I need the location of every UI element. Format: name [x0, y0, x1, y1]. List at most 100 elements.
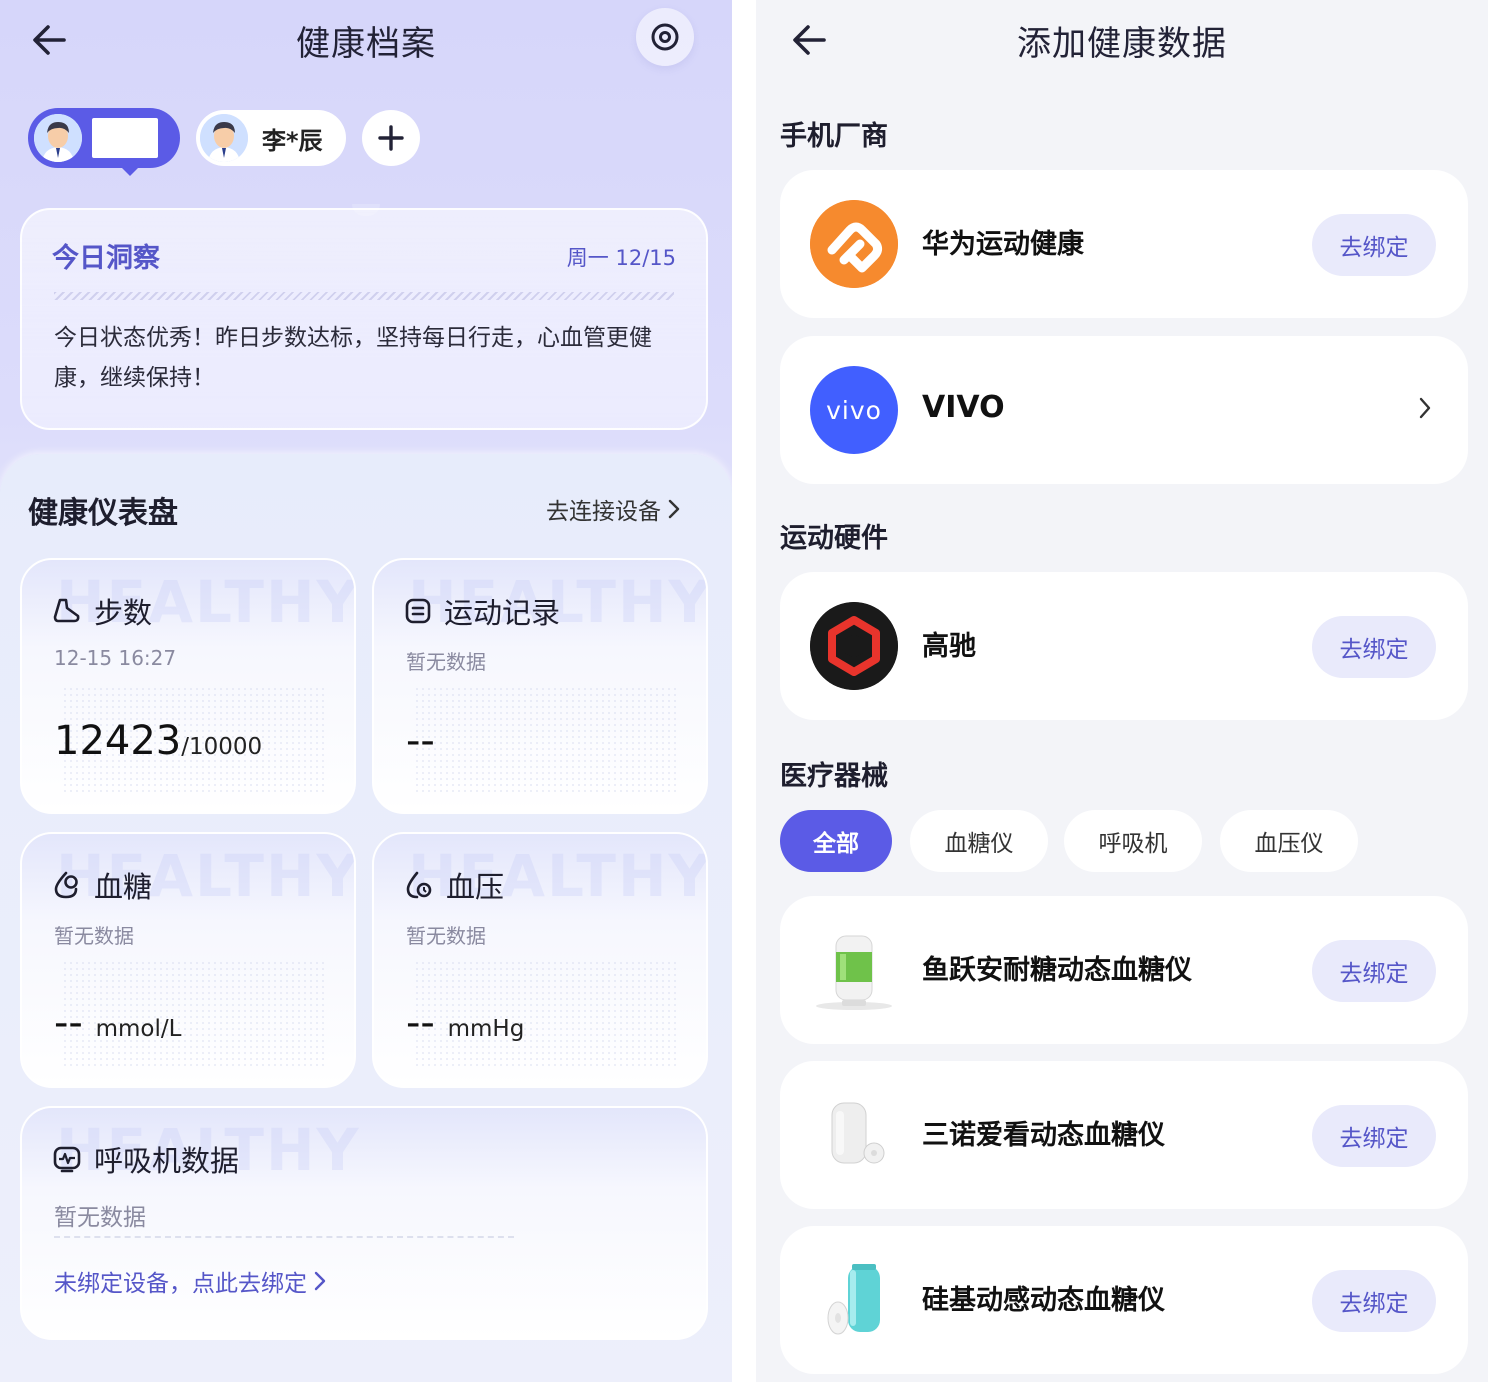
insight-title: 今日洞察 — [52, 243, 160, 274]
avatar-icon — [200, 114, 248, 162]
profile-name: 李*辰 — [262, 126, 323, 155]
bind-button[interactable]: 去绑定 — [1312, 214, 1436, 276]
ventilator-title: 呼吸机数据 — [94, 1144, 240, 1178]
settings-button[interactable] — [636, 8, 694, 66]
steps-title: 步数 — [94, 596, 153, 630]
filter-chip-all[interactable]: 全部 — [780, 810, 892, 872]
device-row[interactable]: 鱼跃安耐糖动态血糖仪 去绑定 — [780, 896, 1468, 1044]
pressure-card-header: 血压 — [404, 864, 504, 906]
dashboard-title: 健康仪表盘 — [28, 496, 178, 531]
insight-divider — [54, 292, 674, 300]
ventilator-card-header: 呼吸机数据 — [52, 1138, 239, 1180]
page-title: 添加健康数据 — [1017, 24, 1227, 64]
glucose-sensor-image — [810, 1256, 898, 1344]
blood-pressure-card[interactable]: HEALTHY 血压 暂无数据 -- mmHg — [372, 832, 708, 1088]
glucose-value: -- — [54, 1000, 83, 1046]
avatar-icon — [34, 114, 82, 162]
pressure-drop-icon — [406, 871, 432, 899]
vendor-name: VIVO — [922, 390, 1005, 425]
bind-button[interactable]: 去绑定 — [1312, 940, 1436, 1002]
today-insight-card: 今日洞察 周一 12/15 今日状态优秀！昨日步数达标，坚持每日行走，心血管更健… — [20, 208, 708, 430]
add-profile-button[interactable] — [362, 110, 420, 166]
avatar — [200, 114, 248, 162]
ventilator-card[interactable]: HEALTHY 呼吸机数据 暂无数据 未绑定设备，点此去绑定 — [20, 1106, 708, 1340]
steps-card-header: 步数 — [52, 590, 152, 632]
connect-device-label: 去连接设备 — [546, 499, 661, 525]
hardware-row-coros[interactable]: 高驰 去绑定 — [780, 572, 1468, 720]
pressure-value-row: -- mmHg — [406, 1000, 524, 1046]
vivo-logo-icon: vivo — [810, 366, 898, 454]
glucose-value-row: -- mmol/L — [54, 1000, 181, 1046]
profile-name — [92, 118, 158, 158]
ventilator-status: 暂无数据 — [54, 1205, 146, 1231]
pressure-value: -- — [406, 1000, 435, 1046]
section-phone-vendors: 手机厂商 — [780, 121, 888, 152]
pressure-status: 暂无数据 — [406, 924, 486, 948]
exercise-card[interactable]: HEALTHY 运动记录 暂无数据 -- — [372, 558, 708, 814]
huawei-health-logo-icon — [810, 200, 898, 288]
card-dot-pattern — [414, 686, 676, 796]
insight-date: 周一 12/15 — [566, 246, 676, 270]
steps-value: 12423 — [54, 718, 182, 764]
vivo-logo-text: vivo — [826, 395, 882, 425]
exercise-value: -- — [406, 718, 435, 764]
plus-icon — [378, 125, 404, 151]
glucose-unit: mmol/L — [95, 1016, 182, 1042]
section-sport-hardware: 运动硬件 — [780, 523, 888, 554]
pressure-title: 血压 — [446, 870, 505, 904]
vendor-name: 华为运动健康 — [922, 229, 1084, 260]
exercise-title: 运动记录 — [444, 596, 561, 630]
insight-text: 今日状态优秀！昨日步数达标，坚持每日行走，心血管更健康，继续保持！ — [54, 325, 652, 391]
filter-chip-glucose-meter[interactable]: 血糖仪 — [910, 810, 1048, 872]
device-name: 鱼跃安耐糖动态血糖仪 — [922, 955, 1192, 986]
health-profile-screen: 健康档案 李*辰 今日洞察 周一 12/15 今日状态优秀！昨日步数达标，坚持每… — [0, 0, 732, 1382]
pressure-unit: mmHg — [447, 1016, 525, 1042]
steps-goal: /10000 — [181, 734, 263, 760]
target-settings-icon — [651, 23, 679, 51]
chevron-right-icon — [668, 499, 680, 519]
device-name: 硅基动感动态血糖仪 — [922, 1285, 1165, 1316]
coros-logo-icon — [810, 602, 898, 690]
page-title: 健康档案 — [296, 24, 436, 64]
shoe-icon — [53, 598, 80, 623]
profile-chip-active[interactable] — [28, 108, 180, 176]
filter-chip-ventilator[interactable]: 呼吸机 — [1064, 810, 1202, 872]
filter-chip-bp-monitor[interactable]: 血压仪 — [1220, 810, 1358, 872]
bind-device-link[interactable]: 未绑定设备，点此去绑定 — [54, 1264, 327, 1298]
glucose-card-header: 血糖 — [52, 864, 152, 906]
ventilator-monitor-icon — [53, 1146, 81, 1173]
glucose-sensor-image — [810, 926, 898, 1014]
health-dashboard: 健康仪表盘 去连接设备 HEALTHY 步数 12-15 16:27 12423… — [0, 454, 732, 1382]
ventilator-divider — [54, 1236, 514, 1238]
glucose-title: 血糖 — [94, 870, 153, 904]
exercise-status: 暂无数据 — [406, 650, 486, 674]
record-icon — [405, 598, 431, 624]
steps-timestamp: 12-15 16:27 — [54, 646, 177, 670]
connect-device-link[interactable]: 去连接设备 — [546, 492, 681, 526]
blood-glucose-card[interactable]: HEALTHY 血糖 暂无数据 -- mmol/L — [20, 832, 356, 1088]
device-row[interactable]: 硅基动感动态血糖仪 去绑定 — [780, 1226, 1468, 1374]
top-bar: 健康档案 — [0, 0, 732, 80]
active-profile-pointer — [116, 162, 144, 176]
profile-chip[interactable]: 李*辰 — [196, 110, 346, 166]
hardware-name: 高驰 — [922, 631, 976, 662]
vendor-row-vivo[interactable]: vivo VIVO — [780, 336, 1468, 484]
bind-button[interactable]: 去绑定 — [1312, 1270, 1436, 1332]
device-row[interactable]: 三诺爱看动态血糖仪 去绑定 — [780, 1061, 1468, 1209]
chevron-right-icon — [1419, 397, 1431, 419]
bind-button[interactable]: 去绑定 — [1312, 1105, 1436, 1167]
add-health-data-screen: 添加健康数据 手机厂商 华为运动健康 去绑定 vivo VIVO 运动硬件 高驰… — [756, 0, 1488, 1382]
glucose-status: 暂无数据 — [54, 924, 134, 948]
bind-device-label: 未绑定设备，点此去绑定 — [54, 1271, 307, 1297]
bind-button[interactable]: 去绑定 — [1312, 616, 1436, 678]
vendor-row-huawei[interactable]: 华为运动健康 去绑定 — [780, 170, 1468, 318]
chevron-right-icon — [314, 1271, 326, 1291]
glucose-sensor-image — [810, 1091, 898, 1179]
avatar — [34, 114, 82, 162]
steps-value-row: 12423/10000 — [54, 718, 262, 764]
steps-card[interactable]: HEALTHY 步数 12-15 16:27 12423/10000 — [20, 558, 356, 814]
glucose-drop-icon — [54, 871, 78, 899]
device-name: 三诺爱看动态血糖仪 — [922, 1120, 1165, 1151]
section-medical-devices: 医疗器械 — [780, 761, 888, 792]
exercise-card-header: 运动记录 — [404, 590, 560, 632]
